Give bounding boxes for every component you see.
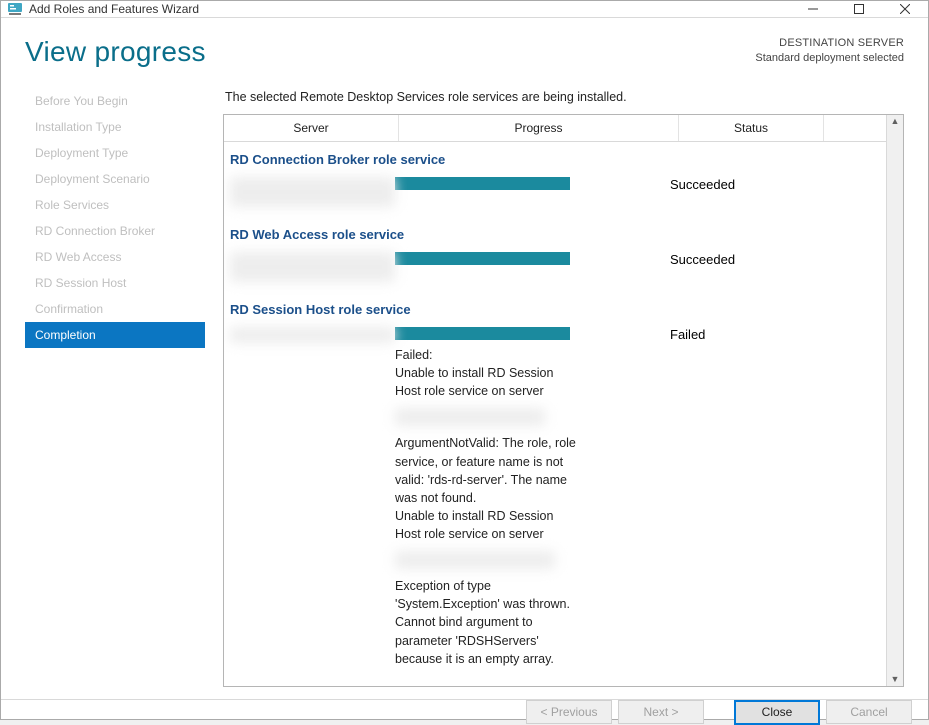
wizard-window: Add Roles and Features Wizard View progr… [0,0,929,720]
maximize-button[interactable] [836,1,882,17]
col-header-server: Server [224,115,399,141]
error-line: Exception of type 'System.Exception' was… [395,579,570,611]
status-text: Succeeded [670,177,810,192]
minimize-button[interactable] [790,1,836,17]
step-before-you-begin: Before You Begin [25,88,205,114]
destination-info: DESTINATION SERVER Standard deployment s… [755,36,904,67]
error-line: Unable to install RD Session Host role s… [395,509,553,541]
grid-header: Server Progress Status [224,115,886,142]
error-line: ArgumentNotValid: The role, role service… [395,436,576,504]
titlebar: Add Roles and Features Wizard [1,1,928,18]
destination-value: Standard deployment selected [755,51,904,66]
scroll-up-icon[interactable]: ▲ [891,117,900,126]
window-title: Add Roles and Features Wizard [29,2,790,16]
scroll-down-icon[interactable]: ▼ [891,675,900,684]
close-button[interactable]: Close [734,700,820,725]
steps-sidebar: Before You Begin Installation Type Deplo… [25,86,205,687]
error-line: Cannot bind argument to parameter 'RDSHS… [395,615,554,665]
status-text: Failed [670,327,810,342]
page-body: Before You Begin Installation Type Deplo… [25,86,904,687]
step-installation-type: Installation Type [25,114,205,140]
destination-label: DESTINATION SERVER [755,36,904,51]
service-row-rd-connection-broker: Succeeded [224,173,886,217]
next-button: Next > [618,700,704,724]
vertical-scrollbar[interactable]: ▲ ▼ [886,115,903,686]
step-confirmation: Confirmation [25,296,205,322]
service-row-rd-web-access: Succeeded [224,248,886,292]
step-rd-session-host: RD Session Host [25,270,205,296]
col-header-status: Status [679,115,824,141]
step-completion[interactable]: Completion [25,322,205,348]
progress-bar [395,327,570,340]
previous-button: < Previous [526,700,612,724]
progress-bar [395,177,570,190]
step-role-services: Role Services [25,192,205,218]
error-line: Failed: [395,348,433,362]
error-text: Failed: Unable to install RD Session Hos… [395,346,580,668]
page-description: The selected Remote Desktop Services rol… [225,90,904,104]
status-text: Succeeded [670,252,810,267]
cancel-button: Cancel [826,700,912,724]
progress-grid: Server Progress Status RD Connection Bro… [223,114,904,687]
section-title-rd-connection-broker: RD Connection Broker role service [224,142,886,173]
section-title-rd-web-access: RD Web Access role service [224,217,886,248]
blurred-server-name [230,177,395,207]
blurred-server-name [230,327,395,343]
step-deployment-type: Deployment Type [25,140,205,166]
grid-content: Server Progress Status RD Connection Bro… [224,115,886,686]
wizard-footer: < Previous Next > Close Cancel [1,699,928,725]
section-title-rd-session-host: RD Session Host role service [224,292,886,323]
progress-cell [395,252,670,265]
step-rd-connection-broker: RD Connection Broker [25,218,205,244]
page-header: View progress DESTINATION SERVER Standar… [25,36,904,68]
main-content: The selected Remote Desktop Services rol… [205,86,904,687]
wizard-page: View progress DESTINATION SERVER Standar… [1,18,928,699]
close-window-button[interactable] [882,1,928,17]
step-rd-web-access: RD Web Access [25,244,205,270]
blurred-server-name [395,551,555,569]
blurred-server-name [395,408,545,426]
col-header-spacer [824,115,886,141]
server-name-redacted [230,177,395,207]
server-manager-icon [7,1,23,17]
service-row-rd-session-host: Failed: Unable to install RD Session Hos… [224,323,886,686]
blurred-server-name [230,252,395,282]
server-name-redacted [230,252,395,282]
progress-bar [395,252,570,265]
progress-cell [395,177,670,190]
step-deployment-scenario: Deployment Scenario [25,166,205,192]
page-title: View progress [25,36,755,68]
window-controls [790,1,928,17]
server-name-redacted [230,327,395,343]
error-line: Unable to install RD Session Host role s… [395,366,553,398]
progress-cell: Failed: Unable to install RD Session Hos… [395,327,670,676]
col-header-progress: Progress [399,115,679,141]
